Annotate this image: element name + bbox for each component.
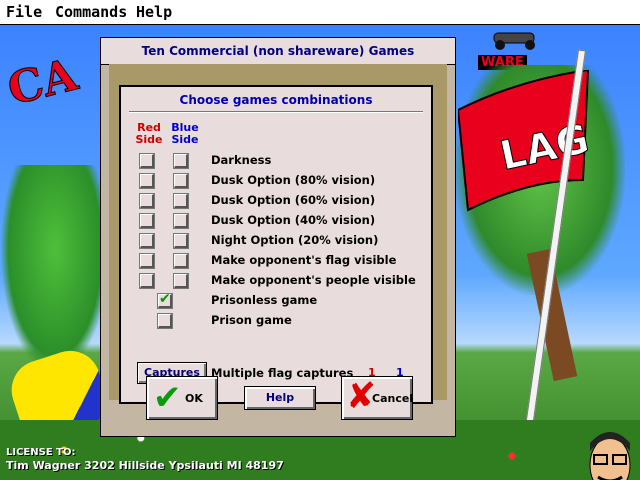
prison-checkbox[interactable] [157,313,173,329]
red-flag-visible-checkbox[interactable] [139,253,155,269]
cancel-label: Cancel [372,392,414,405]
blue-side-header: Blue Side [171,121,199,146]
license-text: LICENSE TO: Tim Wagner 3202 Hillside Yps… [6,446,284,472]
race-car-icon [493,32,535,50]
red-side-header: Red Side [135,121,163,146]
menu-bar: File Commands Help [0,0,640,25]
ok-label: OK [185,392,203,405]
multiple-captures-label: Multiple flag captures [211,366,354,380]
prisonless-checkbox[interactable] [157,291,173,309]
option-dusk-60: Dusk Option (60% vision) [211,193,376,207]
red-night-checkbox[interactable] [139,233,155,249]
checkmark-icon: ✔ [153,378,182,418]
game-combinations-dialog: Ten Commercial (non shareware) Games Cho… [100,37,456,437]
red-darkness-checkbox[interactable] [139,153,155,169]
menu-file[interactable]: File [6,3,42,21]
title-letters: CA [2,49,83,116]
blue-people-visible-checkbox[interactable] [173,273,189,289]
option-dusk-40: Dusk Option (40% vision) [211,213,376,227]
license-owner: Tim Wagner 3202 Hillside Ypsilauti MI 48… [6,459,284,472]
dialog-title: Ten Commercial (non shareware) Games [101,38,455,65]
combinations-group: Choose games combinations Red Side Blue … [119,85,433,404]
blue-darkness-checkbox[interactable] [173,153,189,169]
red-people-visible-checkbox[interactable] [139,273,155,289]
blue-dusk40-checkbox[interactable] [173,213,189,229]
cancel-button[interactable]: ✘ Cancel [341,376,413,420]
menu-commands[interactable]: Commands [55,3,127,21]
blue-dusk80-checkbox[interactable] [173,173,189,189]
tree-left [0,165,110,375]
option-prison: Prison game [211,313,292,327]
red-dusk40-checkbox[interactable] [139,213,155,229]
option-flag-visible: Make opponent's flag visible [211,253,397,267]
blue-night-checkbox[interactable] [173,233,189,249]
option-night: Night Option (20% vision) [211,233,379,247]
red-dusk80-checkbox[interactable] [139,173,155,189]
option-dusk-80: Dusk Option (80% vision) [211,173,376,187]
author-face-icon [589,432,631,480]
help-button[interactable]: Help [244,386,316,410]
blue-dusk60-checkbox[interactable] [173,193,189,209]
ok-button[interactable]: ✔ OK [146,376,218,420]
option-prisonless: Prisonless game [211,293,318,307]
blue-flag-visible-checkbox[interactable] [173,253,189,269]
option-people-visible: Make opponent's people visible [211,273,416,287]
menu-help[interactable]: Help [136,3,172,21]
red-dusk60-checkbox[interactable] [139,193,155,209]
license-label: LICENSE TO: [6,447,76,458]
group-divider [129,111,423,113]
group-title: Choose games combinations [179,93,373,107]
option-darkness: Darkness [211,153,272,167]
